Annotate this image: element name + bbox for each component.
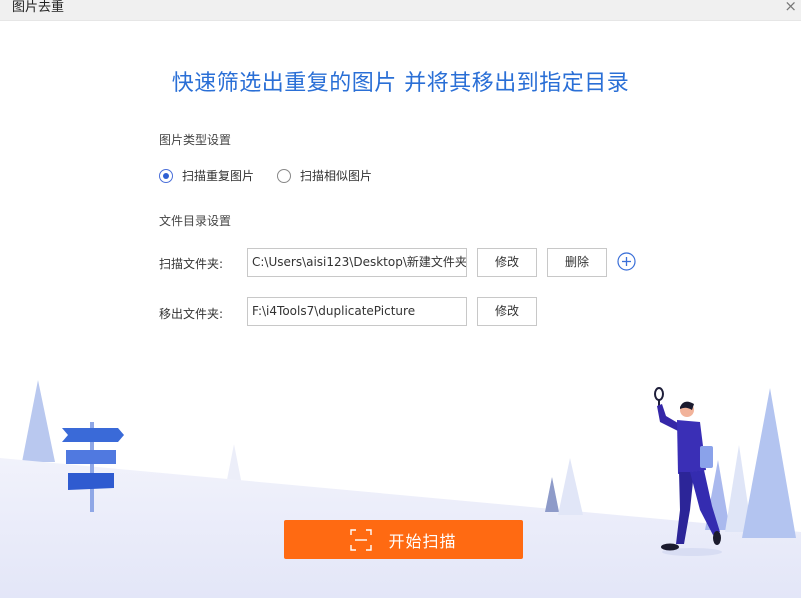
start-scan-button[interactable]: 开始扫描: [284, 520, 523, 559]
radio-scan-similar[interactable]: 扫描相似图片: [277, 167, 372, 184]
add-folder-button[interactable]: [617, 252, 636, 271]
tree-icon: [226, 444, 242, 485]
radio-checked-icon: [159, 168, 173, 183]
move-folder-modify-button[interactable]: 修改: [477, 297, 537, 326]
tree-icon: [558, 458, 583, 515]
image-type-section-label: 图片类型设置: [159, 133, 232, 147]
radio-scan-similar-label: 扫描相似图片: [300, 169, 373, 183]
move-folder-label: 移出文件夹:: [159, 307, 224, 321]
tree-icon: [545, 477, 559, 512]
radio-unchecked-icon: [277, 168, 291, 183]
tree-icon: [742, 388, 796, 538]
scan-folder-delete-button[interactable]: 删除: [547, 248, 607, 277]
page-headline: 快速筛选出重复的图片 并将其移出到指定目录: [171, 71, 630, 96]
title-bar: 图片去重 ×: [0, 0, 801, 21]
scan-frame-icon: [350, 528, 373, 551]
radio-scan-duplicate-label: 扫描重复图片: [182, 169, 255, 183]
radio-scan-duplicate[interactable]: 扫描重复图片: [159, 167, 254, 184]
move-folder-path-field[interactable]: F:\i4Tools7\duplicatePicture: [247, 297, 467, 326]
plus-circle-icon: [617, 252, 636, 271]
scan-folder-modify-button[interactable]: 修改: [477, 248, 537, 277]
scan-folder-label: 扫描文件夹:: [159, 257, 224, 271]
close-icon[interactable]: ×: [784, 0, 797, 14]
window-title: 图片去重: [12, 0, 65, 15]
decorative-illustration: [0, 380, 801, 598]
directory-section-label: 文件目录设置: [159, 214, 232, 228]
tree-icon: [22, 380, 55, 462]
scan-folder-path-field[interactable]: C:\Users\aisi123\Desktop\新建文件夹: [247, 248, 467, 277]
start-scan-label: 开始扫描: [388, 531, 457, 551]
